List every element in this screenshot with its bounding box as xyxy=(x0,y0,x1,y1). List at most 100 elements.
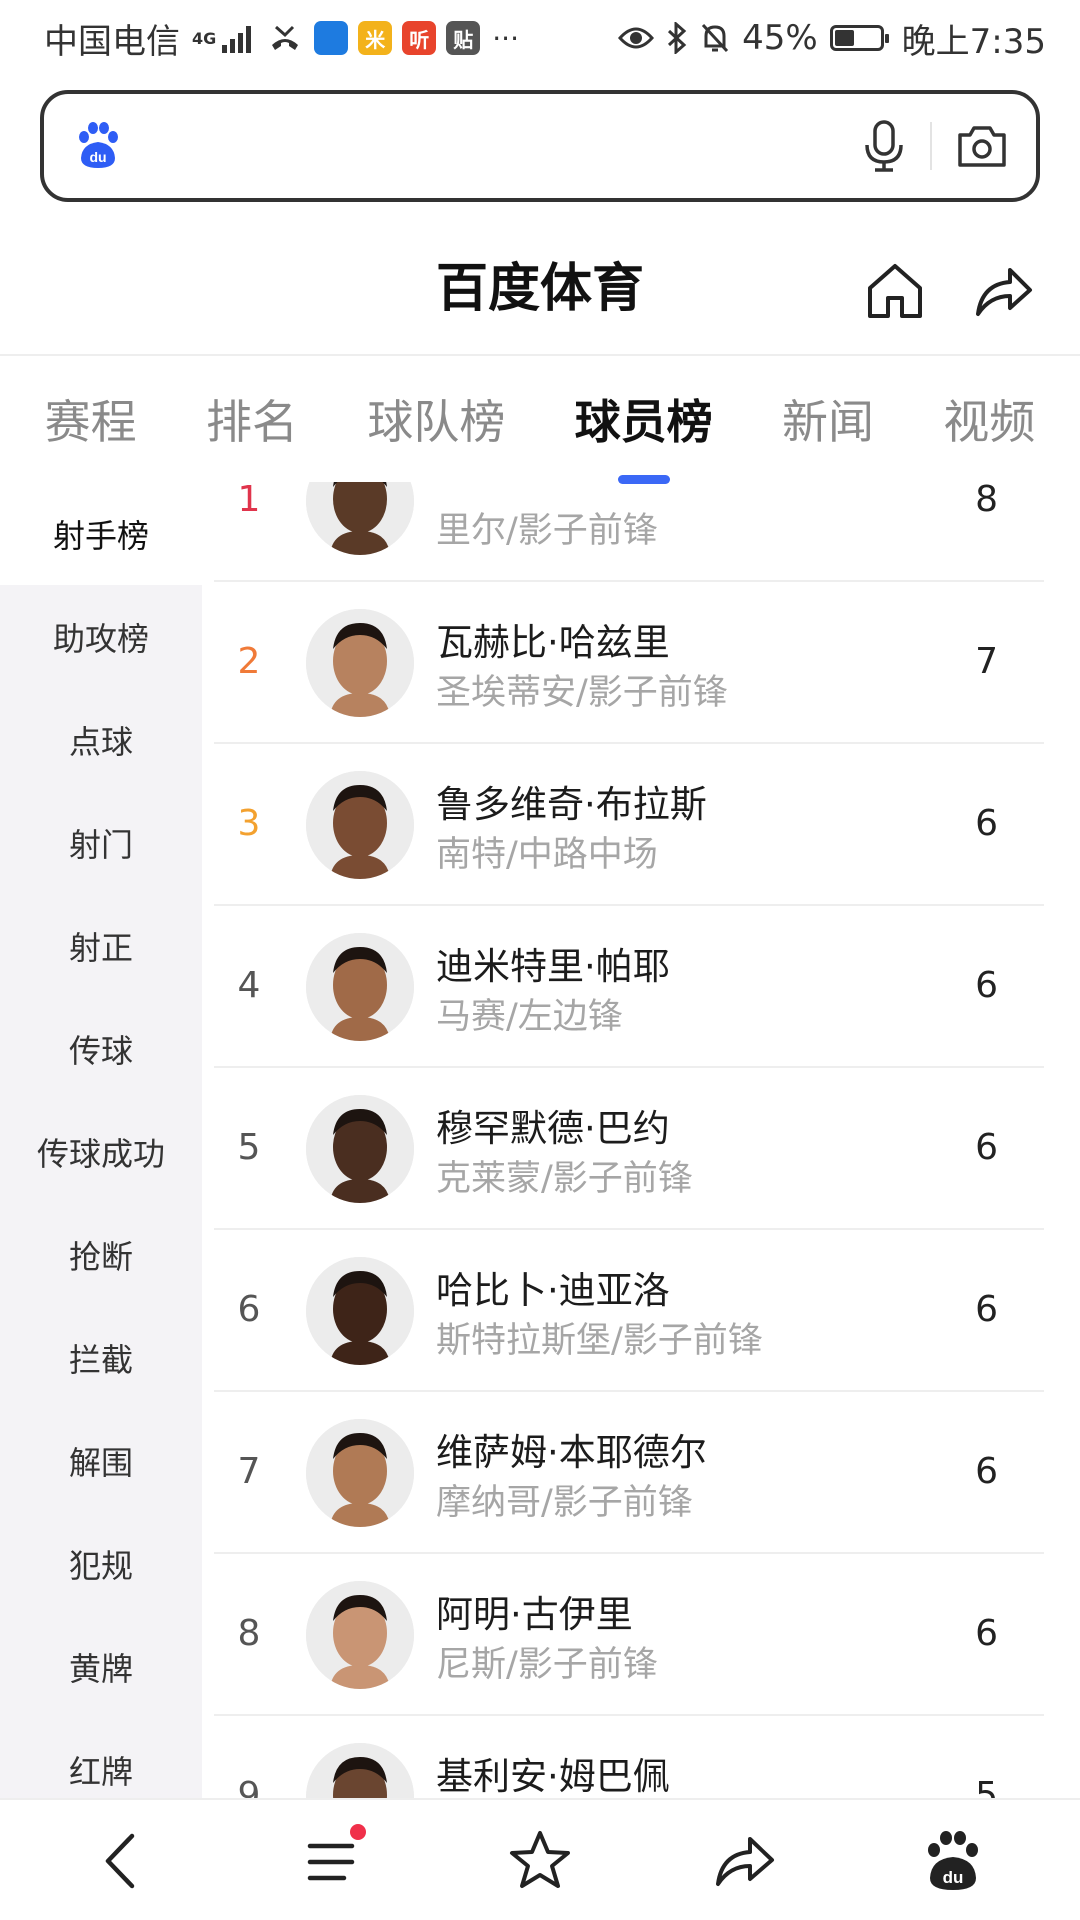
svg-text:du: du xyxy=(89,149,106,165)
player-avatar xyxy=(306,1581,414,1689)
status-bar: 中国电信 4G 米听贴 ··· 45% 晚上7:35 xyxy=(0,0,1080,76)
player-list[interactable]: 1 里尔/影子前锋 8 2 瓦赫比·哈兹里圣埃蒂安/影子前锋 7 3 鲁多维奇·布拉斯 南特/中… xyxy=(214,482,1044,1798)
tab-4[interactable]: 新闻 xyxy=(778,386,878,452)
tab-3[interactable]: 球员榜 xyxy=(571,386,717,484)
player-goals: 8 xyxy=(975,482,998,520)
sidebar-item[interactable]: 传球成功 xyxy=(0,1100,202,1203)
player-photo-icon xyxy=(306,482,414,555)
player-rank: 6 xyxy=(237,1289,261,1330)
player-team-position: 南特/中路中场 xyxy=(436,835,658,875)
player-photo-icon xyxy=(306,933,414,1041)
player-photo-icon xyxy=(306,1257,414,1365)
search-bar[interactable]: du xyxy=(40,90,1040,202)
carrier-label: 中国电信 xyxy=(44,21,180,62)
page-header: 百度体育 xyxy=(0,220,1080,352)
sidebar-item[interactable]: 解围 xyxy=(0,1409,202,1512)
player-rank: 5 xyxy=(237,1127,261,1168)
bluetooth-icon xyxy=(668,22,687,54)
player-name: 哈比卜·迪亚洛 xyxy=(436,1269,670,1312)
sidebar-item[interactable]: 射手榜 xyxy=(0,482,202,585)
player-avatar xyxy=(306,609,414,717)
signal-icon xyxy=(222,26,252,53)
battery-tip xyxy=(884,34,889,43)
battery-fill xyxy=(834,30,855,46)
player-rank: 1 xyxy=(237,482,261,520)
sidebar-item[interactable]: 红牌 xyxy=(0,1718,202,1798)
player-row[interactable]: 5 穆罕默德·巴约 克莱蒙/影子前锋 6 xyxy=(214,1068,1044,1230)
svg-text:du: du xyxy=(943,1868,964,1887)
player-team-position: 马赛/左边锋 xyxy=(436,997,623,1037)
player-team-position: 摩纳哥/影子前锋 xyxy=(436,1483,693,1523)
sidebar-item[interactable]: 点球 xyxy=(0,688,202,791)
player-row[interactable]: 6 哈比卜·迪亚洛 斯特拉斯堡/影子前锋 6 xyxy=(214,1230,1044,1392)
star-icon[interactable] xyxy=(505,1826,575,1896)
search-input[interactable] xyxy=(144,115,862,177)
sidebar-item[interactable]: 拦截 xyxy=(0,1306,202,1409)
player-row[interactable]: 1 里尔/影子前锋 8 xyxy=(214,482,1044,582)
category-sidebar: 射手榜 助攻榜 点球 射门 射正 传球 传球成功 抢断 拦截 解围 犯规 黄牌 红牌 xyxy=(0,482,202,1798)
tab-2[interactable]: 球队榜 xyxy=(363,386,509,452)
sidebar-item[interactable]: 传球 xyxy=(0,997,202,1100)
player-name: 穆罕默德·巴约 xyxy=(436,1107,670,1150)
eye-icon xyxy=(618,27,655,49)
tab-bar: 赛程 排名 球队榜 球员榜 新闻 视频 xyxy=(0,356,1080,484)
notification-dot xyxy=(350,1824,366,1840)
player-avatar xyxy=(306,1419,414,1527)
player-goals: 7 xyxy=(975,641,998,682)
player-rank: 9 xyxy=(237,1775,261,1798)
more-dots-icon: ··· xyxy=(492,21,519,55)
player-photo-icon xyxy=(306,1581,414,1689)
sidebar-item[interactable]: 抢断 xyxy=(0,1203,202,1306)
player-avatar xyxy=(306,1743,414,1798)
player-goals: 6 xyxy=(975,803,998,844)
player-rank: 8 xyxy=(237,1613,261,1654)
player-rank: 7 xyxy=(237,1451,261,1492)
share-nav-icon[interactable] xyxy=(710,1826,780,1896)
sidebar-item[interactable]: 助攻榜 xyxy=(0,585,202,688)
camera-icon[interactable] xyxy=(956,123,1008,169)
player-avatar xyxy=(306,1095,414,1203)
player-row[interactable]: 2 瓦赫比·哈兹里圣埃蒂安/影子前锋 7 xyxy=(214,582,1044,744)
baidu-paw-icon: du xyxy=(79,122,118,168)
player-team-position: 里尔/影子前锋 xyxy=(436,511,658,551)
sidebar-item[interactable]: 黄牌 xyxy=(0,1615,202,1718)
player-goals: 6 xyxy=(975,1127,998,1168)
home-icon[interactable] xyxy=(862,258,928,324)
tab-1[interactable]: 排名 xyxy=(202,386,302,452)
player-photo-icon xyxy=(306,771,414,879)
player-row[interactable]: 3 鲁多维奇·布拉斯 南特/中路中场 6 xyxy=(214,744,1044,906)
player-team-position: 圣埃蒂安/影子前锋 xyxy=(436,673,728,713)
bottom-nav: du xyxy=(0,1798,1080,1920)
baidu-paw-nav-icon[interactable]: du xyxy=(918,1826,988,1896)
app-badges: 米听贴 xyxy=(314,21,481,55)
sidebar-item[interactable]: 射正 xyxy=(0,894,202,997)
chevron-left-icon[interactable] xyxy=(88,1826,158,1896)
player-avatar xyxy=(306,1257,414,1365)
player-avatar xyxy=(306,771,414,879)
player-row[interactable]: 9 基利安·姆巴佩 5 xyxy=(214,1716,1044,1798)
tie-app-icon: 贴 xyxy=(446,21,481,55)
player-name: 鲁多维奇·布拉斯 xyxy=(436,783,707,826)
player-goals: 5 xyxy=(975,1775,998,1798)
player-name: 瓦赫比·哈兹里 xyxy=(436,621,670,664)
shield-app-icon xyxy=(314,21,349,55)
player-row[interactable]: 7 维萨姆·本耶德尔 摩纳哥/影子前锋 6 xyxy=(214,1392,1044,1554)
player-row[interactable]: 4 迪米特里·帕耶 马赛/左边锋 6 xyxy=(214,906,1044,1068)
player-avatar xyxy=(306,482,414,555)
tab-5[interactable]: 视频 xyxy=(939,386,1039,452)
player-avatar xyxy=(306,933,414,1041)
microphone-icon[interactable] xyxy=(862,119,906,173)
player-row[interactable]: 8 阿明·古伊里 尼斯/影子前锋 6 xyxy=(214,1554,1044,1716)
menu-button[interactable] xyxy=(300,1824,370,1896)
player-rank: 2 xyxy=(237,641,261,682)
sidebar-item[interactable]: 射门 xyxy=(0,791,202,894)
player-photo-icon xyxy=(306,1743,414,1798)
sidebar-item[interactable]: 犯规 xyxy=(0,1512,202,1615)
search-divider xyxy=(930,122,932,170)
player-name: 维萨姆·本耶德尔 xyxy=(436,1431,707,1474)
mijing-app-icon: 米 xyxy=(358,21,393,55)
player-team-position: 克莱蒙/影子前锋 xyxy=(436,1159,693,1199)
player-rank: 3 xyxy=(237,803,261,844)
share-icon[interactable] xyxy=(970,258,1036,324)
tab-0[interactable]: 赛程 xyxy=(41,386,141,452)
